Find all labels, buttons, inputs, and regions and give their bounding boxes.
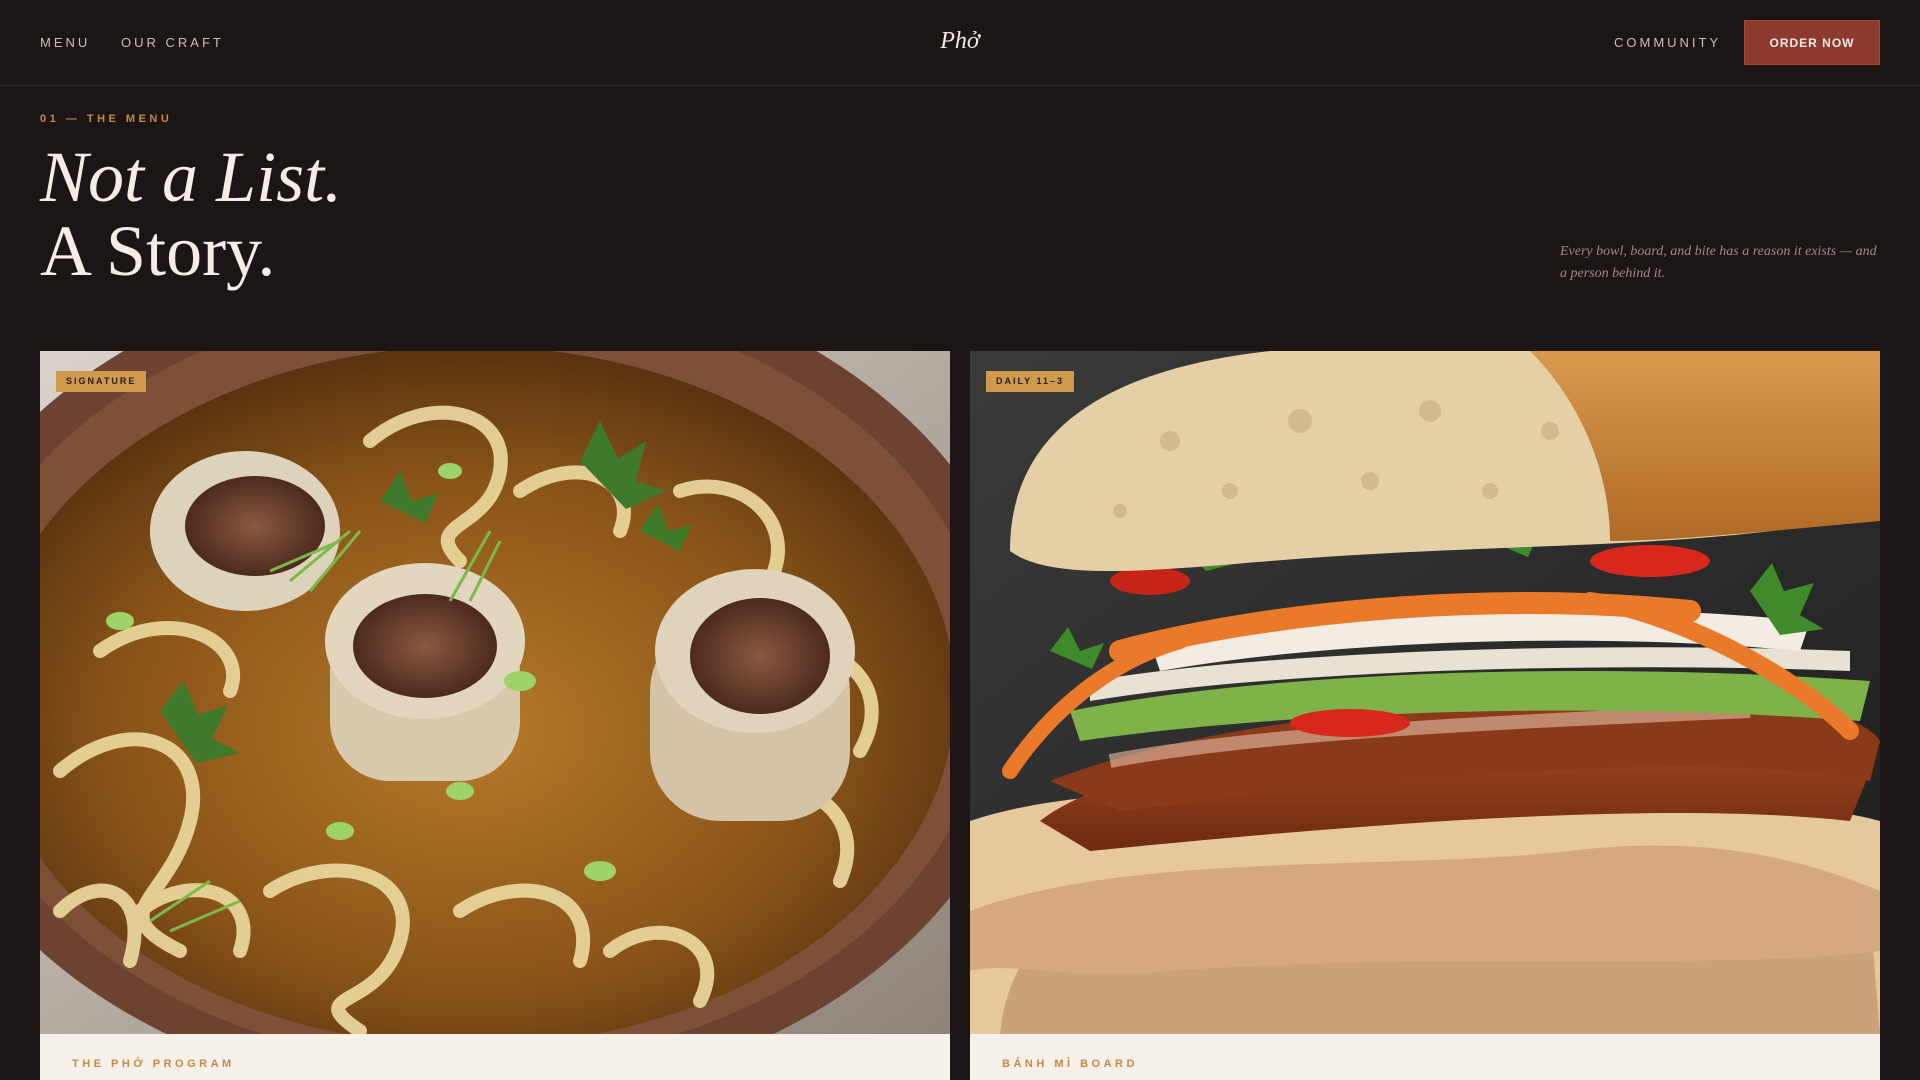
brand-logo[interactable]: Phở <box>940 28 979 54</box>
nav-link-community[interactable]: COMMUNITY <box>1614 35 1721 50</box>
menu-card-banh-mi[interactable]: DAILY 11–3 BÁNH MÌ BOARD <box>970 351 1880 1080</box>
card-footer: THE PHỞ PROGRAM <box>40 1034 950 1080</box>
page-headline: Not a List. A Story. <box>40 140 342 288</box>
card-badge: SIGNATURE <box>56 371 147 392</box>
card-footer: BÁNH MÌ BOARD <box>970 1034 1880 1080</box>
card-label: BÁNH MÌ BOARD <box>1002 1058 1138 1070</box>
card-badge: DAILY 11–3 <box>986 371 1075 392</box>
section-eyebrow: 01 — THE MENU <box>40 113 173 125</box>
card-label: THE PHỞ PROGRAM <box>72 1058 235 1070</box>
headline-line-1: Not a List. <box>40 137 343 217</box>
nav-link-our-craft[interactable]: OUR CRAFT <box>121 35 224 50</box>
menu-card-pho[interactable]: SIGNATURE THE PHỞ PROGRAM <box>40 351 950 1080</box>
banh-mi-image <box>970 351 1880 1034</box>
headline-line-2: A Story. <box>40 211 276 291</box>
top-navigation: MENU OUR CRAFT Phở COMMUNITY ORDER NOW <box>0 0 1920 86</box>
pho-bowl-image <box>40 351 950 1034</box>
intro-text: Every bowl, board, and bite has a reason… <box>1560 244 1877 281</box>
order-now-button[interactable]: ORDER NOW <box>1744 20 1880 65</box>
nav-link-menu[interactable]: MENU <box>40 35 90 50</box>
